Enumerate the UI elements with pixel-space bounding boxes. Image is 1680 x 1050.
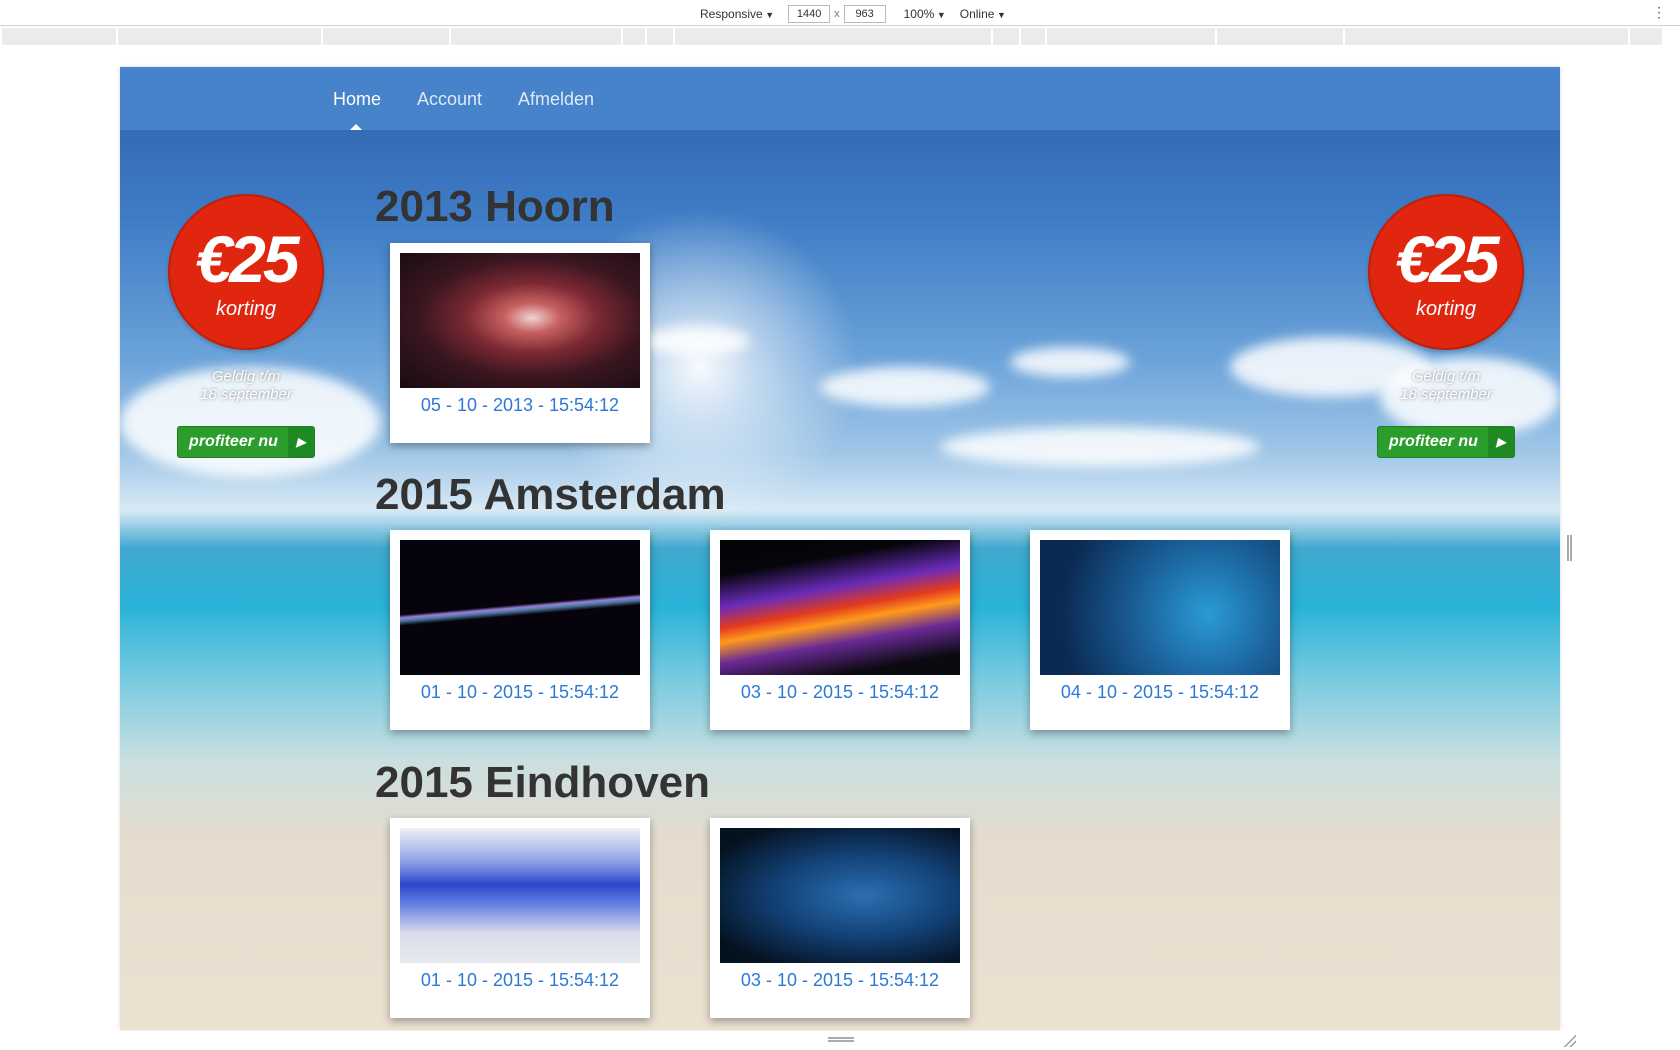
photo-date-link[interactable]: 01 - 10 - 2015 - 15:54:12	[390, 682, 650, 703]
photo-date-link[interactable]: 01 - 10 - 2015 - 15:54:12	[390, 970, 650, 991]
blue-smoke-image[interactable]	[400, 828, 640, 963]
resize-handle-right-icon[interactable]	[1567, 535, 1572, 561]
valid-line-2: 18 september	[200, 386, 292, 403]
photo-card[interactable]: 01 - 10 - 2015 - 15:54:12	[390, 530, 650, 730]
photo-card[interactable]: 05 - 10 - 2013 - 15:54:12	[390, 243, 650, 443]
page-viewport: Home Account Afmelden €25 korting Geldig…	[120, 67, 1560, 1030]
photo-card[interactable]: 03 - 10 - 2015 - 15:54:12	[710, 530, 970, 730]
fire-smoke-image[interactable]	[720, 540, 960, 675]
promo-left: €25 korting Geldig t/m 18 september prof…	[166, 194, 326, 458]
profiteer-label: profiteer nu	[189, 433, 278, 450]
cloud	[940, 427, 1260, 467]
photo-date-link[interactable]: 05 - 10 - 2013 - 15:54:12	[390, 395, 650, 416]
cloud	[1010, 347, 1130, 377]
zoom-dropdown[interactable]: 100%	[904, 7, 946, 21]
discount-badge[interactable]: €25 korting	[168, 194, 324, 350]
discount-badge[interactable]: €25 korting	[1368, 194, 1524, 350]
cloud	[820, 367, 990, 407]
photo-card[interactable]: 04 - 10 - 2015 - 15:54:12	[1030, 530, 1290, 730]
network-dropdown[interactable]: Online	[960, 7, 1006, 21]
media-query-ruler[interactable]	[0, 28, 1680, 45]
top-navbar: Home Account Afmelden	[120, 67, 1560, 130]
active-caret-icon	[350, 124, 362, 130]
profiteer-label: profiteer nu	[1389, 433, 1478, 450]
cloud	[640, 327, 750, 355]
play-arrow-icon: ▶	[1487, 427, 1514, 457]
discount-label: korting	[1415, 298, 1477, 320]
resize-corner-icon[interactable]	[1562, 1033, 1576, 1047]
nav-afmelden[interactable]: Afmelden	[518, 89, 594, 110]
width-input[interactable]	[788, 5, 831, 23]
photo-card[interactable]: 03 - 10 - 2015 - 15:54:12	[710, 818, 970, 1018]
underwater-diver-image[interactable]	[1040, 540, 1280, 675]
valid-until: Geldig t/m 18 september	[166, 368, 326, 404]
devtools-toolbar: Responsive x 100% Online ⋮	[0, 0, 1680, 26]
discount-label: korting	[215, 298, 277, 320]
valid-until: Geldig t/m 18 september	[1366, 368, 1526, 404]
dimensions: x	[788, 5, 886, 23]
light-wave-image[interactable]	[400, 540, 640, 675]
nav-account[interactable]: Account	[417, 89, 482, 110]
profiteer-button[interactable]: profiteer nu ▶	[1377, 426, 1515, 458]
section-title-eindhoven: 2015 Eindhoven	[375, 758, 711, 807]
photo-date-link[interactable]: 03 - 10 - 2015 - 15:54:12	[710, 970, 970, 991]
valid-line-1: Geldig t/m	[211, 368, 281, 385]
profiteer-button[interactable]: profiteer nu ▶	[177, 426, 315, 458]
play-arrow-icon: ▶	[287, 427, 314, 457]
nav-home[interactable]: Home	[333, 89, 381, 110]
photo-date-link[interactable]: 03 - 10 - 2015 - 15:54:12	[710, 682, 970, 703]
galaxy-image[interactable]	[400, 253, 640, 388]
photo-card[interactable]: 01 - 10 - 2015 - 15:54:12	[390, 818, 650, 1018]
valid-line-2: 18 september	[1400, 386, 1492, 403]
resize-handle-bottom-icon[interactable]	[828, 1037, 854, 1042]
device-mode-dropdown[interactable]: Responsive	[700, 7, 774, 21]
discount-amount: €25	[195, 222, 299, 296]
valid-line-1: Geldig t/m	[1411, 368, 1481, 385]
height-input[interactable]	[843, 5, 886, 23]
times-sign: x	[834, 8, 840, 20]
section-title-hoorn: 2013 Hoorn	[375, 182, 615, 231]
device-controls: Responsive x 100% Online	[700, 5, 1020, 23]
more-options-icon[interactable]: ⋮	[1652, 4, 1666, 20]
photo-date-link[interactable]: 04 - 10 - 2015 - 15:54:12	[1030, 682, 1290, 703]
sports-car-image[interactable]	[720, 828, 960, 963]
discount-amount: €25	[1395, 222, 1499, 296]
promo-right: €25 korting Geldig t/m 18 september prof…	[1366, 194, 1526, 458]
devtools-bottom-bar	[0, 1031, 1680, 1050]
section-title-amsterdam: 2015 Amsterdam	[375, 470, 726, 519]
